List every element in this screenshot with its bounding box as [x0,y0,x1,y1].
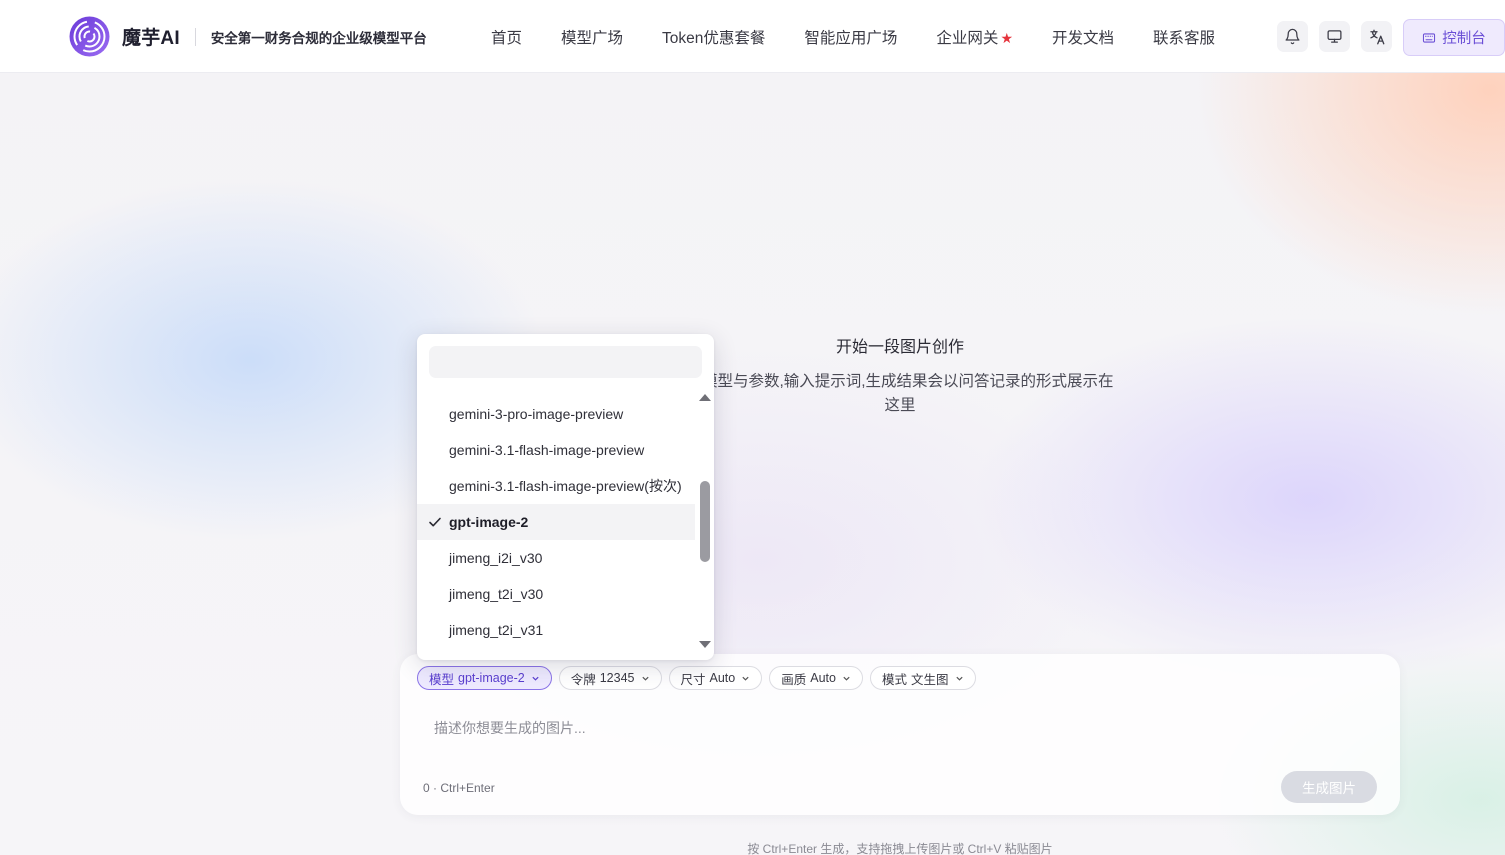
main-nav: 首页 模型广场 Token优惠套餐 智能应用广场 企业网关 ★ 开发文档 联系客服 [491,0,1254,73]
header-divider [194,27,196,46]
display-button[interactable] [1319,21,1350,52]
model-search-input[interactable] [429,346,702,378]
model-options-list: gemini-3-pro-image-preview gemini-3.1-fl… [417,396,695,648]
keyboard-icon [1423,32,1436,43]
chip-value: 文生图 [910,672,949,687]
mode-chip[interactable]: 模式 文生图 [869,666,976,690]
model-dropdown: gemini-3-pro-image-preview gemini-3.1-fl… [417,334,714,660]
generate-button[interactable]: 生成图片 [1281,771,1377,803]
star-icon: ★ [1000,29,1013,46]
empty-state-description: 择模型与参数,输入提示词,生成结果会以问答记录的形式展示在这里 [686,373,1114,414]
quality-chip[interactable]: 画质 Auto [769,666,863,690]
shortcut-hint: 按 Ctrl+Enter 生成，支持拖拽上传图片或 Ctrl+V 粘贴图片 [747,842,1053,855]
nav-token-packages[interactable]: Token优惠套餐 [662,26,765,48]
model-option[interactable]: jimeng_t2i_v30 [417,576,695,612]
notifications-button[interactable] [1277,21,1308,52]
prompt-input[interactable] [434,716,1334,740]
model-chip[interactable]: 模型 gpt-image-2 [417,666,552,690]
nav-app-plaza[interactable]: 智能应用广场 [804,26,897,48]
chip-value: Auto [709,671,736,685]
chevron-down-icon [742,676,749,681]
chevron-down-icon [955,676,963,681]
model-option-selected[interactable]: gpt-image-2 [417,504,695,540]
empty-state-title: 开始一段图片创作 [835,339,964,356]
model-option[interactable]: gemini-3.1-flash-image-preview(按次) [417,468,695,504]
prompt-composer: 模型 gpt-image-2 令牌 12345 尺寸 Auto 画质 Auto … [400,654,1400,815]
chevron-down-icon [532,676,539,681]
chip-value: gpt-image-2 [458,671,525,685]
scroll-up-arrow-icon[interactable] [698,392,712,402]
parameter-chips: 模型 gpt-image-2 令牌 12345 尺寸 Auto 画质 Auto … [417,666,983,690]
model-option[interactable]: jimeng_t2i_v31 [417,612,695,648]
size-chip[interactable]: 尺寸 Auto [668,666,763,690]
console-label: 控制台 [1442,31,1486,47]
bell-icon [1285,28,1300,45]
model-option[interactable]: gemini-3-pro-image-preview [417,396,695,432]
brand-name: 魔芋AI [122,28,180,49]
chip-value: 12345 [599,671,635,685]
scroll-down-arrow-icon[interactable] [698,640,712,650]
console-button[interactable]: 控制台 [1403,19,1505,56]
chip-value: Auto [810,671,836,685]
top-header: 魔芋AI 安全第一财务合规的企业级模型平台 首页 模型广场 Token优惠套餐 … [0,0,1505,73]
chip-label: 令牌 [570,672,596,687]
brand-logo-group[interactable]: 魔芋AI 安全第一财务合规的企业级模型平台 [69,16,427,57]
token-chip[interactable]: 令牌 12345 [558,666,662,690]
nav-enterprise-gateway[interactable]: 企业网关 ★ [936,26,1013,48]
chevron-down-icon [641,676,649,681]
nav-enterprise-gateway-label: 企业网关 [936,29,999,47]
chip-label: 模型 [429,672,455,687]
logo-icon [69,16,110,57]
translate-icon [1369,29,1384,44]
nav-model-plaza[interactable]: 模型广场 [561,26,623,48]
nav-dev-docs[interactable]: 开发文档 [1052,26,1114,48]
brand-slogan: 安全第一财务合规的企业级模型平台 [210,30,427,46]
check-icon [429,517,441,527]
chip-label: 尺寸 [680,672,706,687]
model-option[interactable]: jimeng_i2i_v30 [417,540,695,576]
monitor-icon [1327,30,1342,43]
language-button[interactable] [1361,21,1392,52]
scrollbar-thumb[interactable] [700,481,710,562]
nav-home[interactable]: 首页 [491,26,522,48]
model-option[interactable]: gemini-3.1-flash-image-preview [417,432,695,468]
nav-support[interactable]: 联系客服 [1153,26,1215,48]
chevron-down-icon [843,676,850,681]
char-counter: 0 · Ctrl+Enter [423,781,495,795]
chip-label: 模式 [881,672,907,687]
chip-label: 画质 [781,672,807,687]
model-option-label: gpt-image-2 [449,514,529,530]
